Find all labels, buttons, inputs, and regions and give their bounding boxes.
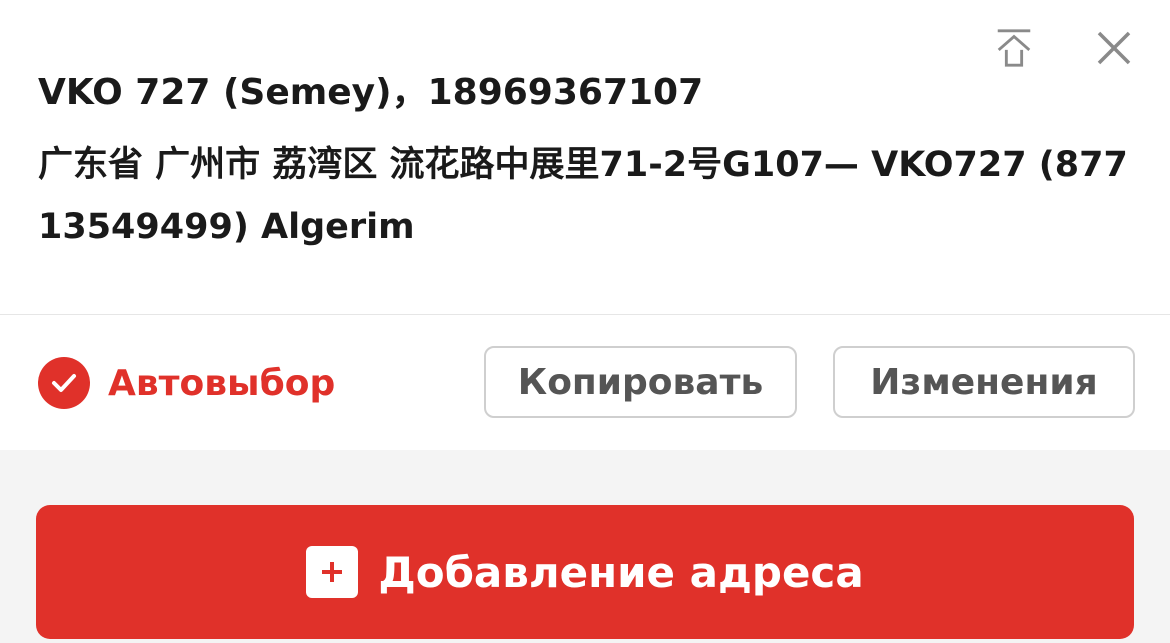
- edit-button[interactable]: Изменения: [833, 346, 1135, 418]
- address-details: VKO 727 (Semey)，18969367107 广东省 广州市 荔湾区 …: [38, 64, 1128, 258]
- add-address-label: Добавление адреса: [378, 547, 864, 597]
- plus-icon: [306, 546, 359, 598]
- recipient-name-phone: VKO 727 (Semey)，18969367107: [38, 72, 704, 113]
- address-card: VKO 727 (Semey)，18969367107 广东省 广州市 荔湾区 …: [0, 0, 1170, 450]
- auto-select-toggle[interactable]: Автовыбор: [38, 357, 335, 409]
- copy-button[interactable]: Копировать: [484, 346, 797, 418]
- full-address: 广东省 广州市 荔湾区 流花路中展里71-2号G107— VKO727 (877…: [38, 145, 1128, 247]
- divider: [0, 314, 1170, 315]
- check-icon: [38, 357, 90, 409]
- auto-select-label: Автовыбор: [108, 362, 336, 404]
- address-screen: VKO 727 (Semey)，18969367107 广东省 广州市 荔湾区 …: [0, 0, 1170, 643]
- add-address-button[interactable]: Добавление адреса: [36, 505, 1134, 639]
